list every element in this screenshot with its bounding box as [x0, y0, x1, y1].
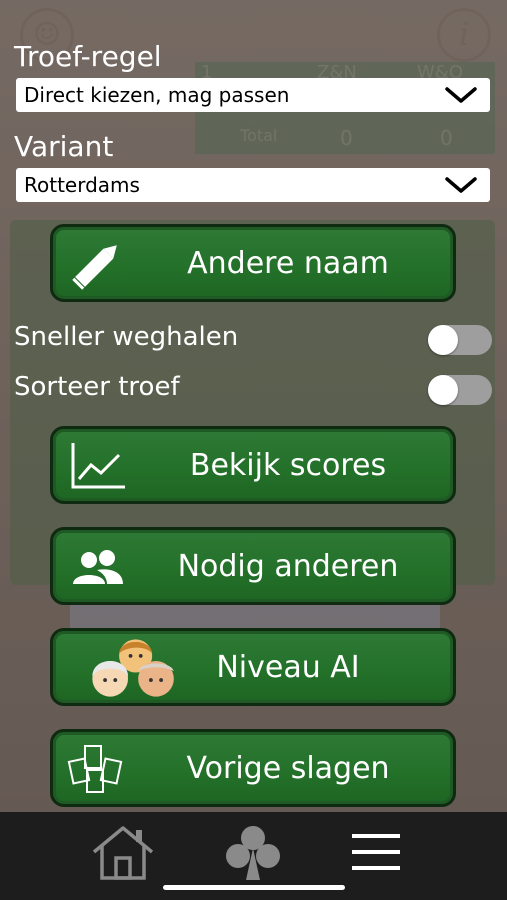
line-chart-icon — [71, 443, 125, 489]
toggle-knob — [428, 375, 458, 405]
home-icon[interactable] — [88, 822, 158, 882]
ai-level-button[interactable]: Niveau AI — [50, 628, 456, 706]
view-scores-label: Bekijk scores — [189, 447, 387, 483]
club-icon[interactable] — [218, 822, 288, 882]
pencil-icon — [72, 245, 117, 290]
sort-toggle-label: Sorteer troef — [14, 372, 180, 402]
previous-tricks-button[interactable]: Vorige slagen — [50, 729, 456, 807]
ai-level-label: Niveau AI — [216, 649, 360, 685]
invite-button[interactable]: Nodig anderen — [50, 527, 456, 605]
troef-select[interactable]: Direct kiezen, mag passen — [16, 78, 490, 112]
home-indicator — [163, 885, 345, 890]
chevron-down-icon — [445, 87, 477, 103]
troef-label: Troef-regel — [14, 40, 162, 73]
cards-icon — [67, 745, 123, 793]
invite-label: Nodig anderen — [177, 548, 399, 584]
menu-icon[interactable] — [342, 822, 412, 882]
sort-toggle[interactable] — [428, 375, 492, 405]
faster-toggle-label: Sneller weghalen — [14, 322, 239, 352]
variant-select-value: Rotterdams — [24, 173, 140, 197]
toggle-knob — [428, 325, 458, 355]
view-scores-button[interactable]: Bekijk scores — [50, 426, 456, 504]
rename-label: Andere naam — [187, 245, 389, 281]
variant-select[interactable]: Rotterdams — [16, 168, 490, 202]
troef-select-value: Direct kiezen, mag passen — [24, 83, 290, 107]
rename-button[interactable]: Andere naam — [50, 224, 456, 302]
previous-tricks-label: Vorige slagen — [186, 750, 390, 786]
tab-bar — [0, 812, 507, 900]
users-icon — [73, 550, 123, 584]
variant-label: Variant — [14, 130, 114, 163]
chevron-down-icon — [445, 177, 477, 193]
faster-toggle[interactable] — [428, 325, 492, 355]
